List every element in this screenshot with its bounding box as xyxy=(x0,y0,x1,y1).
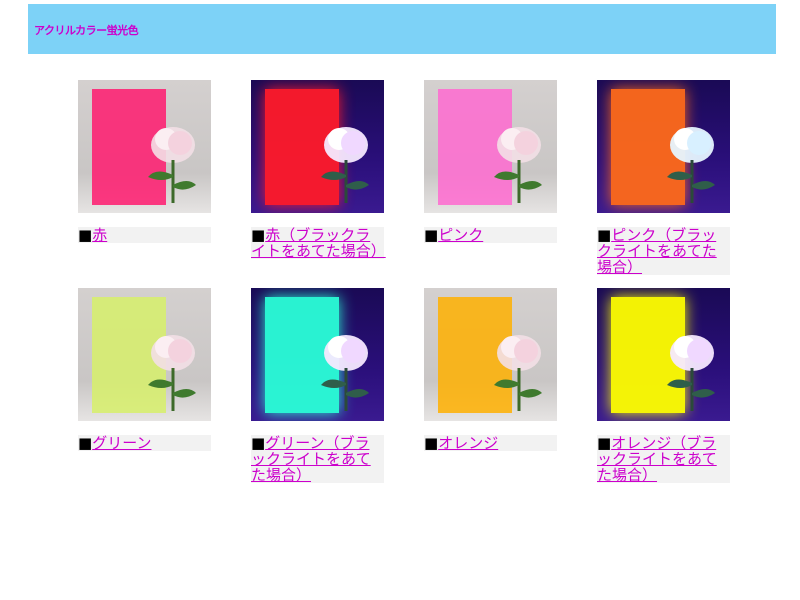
product-photo[interactable] xyxy=(424,288,557,421)
product-photo[interactable] xyxy=(251,288,384,421)
product-item-0: ■赤 xyxy=(78,80,212,243)
product-grid: ■赤 ■赤（ブラックライトをあてた場合） ■ピンク ■ピンク（ブラックライトをあ… xyxy=(0,0,800,600)
bullet-icon: ■ xyxy=(78,434,93,452)
product-photo[interactable] xyxy=(78,288,211,421)
product-caption: ■オレンジ（ブラックライトをあてた場合） xyxy=(597,435,730,483)
product-photo[interactable] xyxy=(424,80,557,213)
product-photo[interactable] xyxy=(597,80,730,213)
product-caption: ■グリーン（ブラックライトをあてた場合） xyxy=(251,435,384,483)
product-link-red-blacklight[interactable]: 赤（ブラックライトをあてた場合） xyxy=(251,226,386,260)
product-link-red[interactable]: 赤 xyxy=(92,226,107,244)
rose-icon xyxy=(321,335,369,411)
product-item-3: ■ピンク（ブラックライトをあてた場合） xyxy=(597,80,731,275)
product-link-orange-blacklight[interactable]: オレンジ（ブラックライトをあてた場合） xyxy=(597,434,717,484)
product-item-1: ■赤（ブラックライトをあてた場合） xyxy=(251,80,386,260)
bullet-icon: ■ xyxy=(78,226,93,244)
bullet-icon: ■ xyxy=(424,434,439,452)
product-caption: ■ピンク xyxy=(424,227,557,243)
product-item-4: ■グリーン xyxy=(78,288,212,451)
product-caption: ■グリーン xyxy=(78,435,211,451)
bullet-icon: ■ xyxy=(424,226,439,244)
product-photo[interactable] xyxy=(251,80,384,213)
product-caption: ■赤（ブラックライトをあてた場合） xyxy=(251,226,386,260)
rose-icon xyxy=(667,335,715,411)
product-item-5: ■グリーン（ブラックライトをあてた場合） xyxy=(251,288,385,483)
rose-icon xyxy=(321,127,369,203)
product-caption: ■オレンジ xyxy=(424,435,557,451)
product-link-pink-blacklight[interactable]: ピンク（ブラックライトをあてた場合） xyxy=(597,226,717,276)
product-item-6: ■オレンジ xyxy=(424,288,558,451)
product-link-pink[interactable]: ピンク xyxy=(438,226,483,244)
product-photo[interactable] xyxy=(78,80,211,213)
rose-icon xyxy=(667,127,715,203)
product-caption: ■赤 xyxy=(78,227,211,243)
rose-icon xyxy=(494,127,542,203)
product-item-7: ■オレンジ（ブラックライトをあてた場合） xyxy=(597,288,731,483)
product-link-green-blacklight[interactable]: グリーン（ブラックライトをあてた場合） xyxy=(251,434,371,484)
rose-icon xyxy=(494,335,542,411)
product-caption: ■ピンク（ブラックライトをあてた場合） xyxy=(597,227,730,275)
rose-icon xyxy=(148,127,196,203)
product-link-orange[interactable]: オレンジ xyxy=(438,434,498,452)
product-photo[interactable] xyxy=(597,288,730,421)
product-link-green[interactable]: グリーン xyxy=(92,434,151,452)
rose-icon xyxy=(148,335,196,411)
product-item-2: ■ピンク xyxy=(424,80,558,243)
